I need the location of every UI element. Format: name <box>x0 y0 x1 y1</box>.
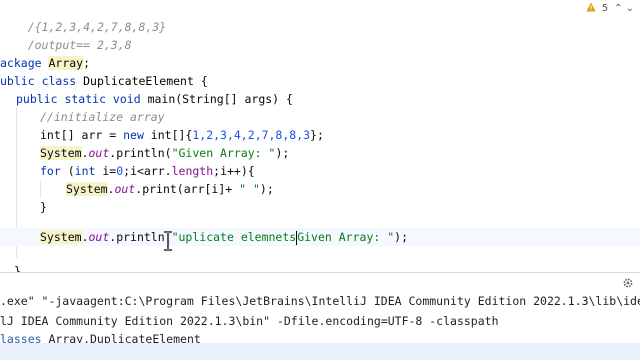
console-line-2: lJ IDEA Community Edition 2022.1.3\bin" … <box>0 314 499 328</box>
code-line-print-element: System.out.print(arr[i]+ " "); <box>66 182 274 196</box>
ibeam-cursor-icon <box>164 231 172 251</box>
gear-icon[interactable] <box>622 277 634 289</box>
code-line-close-main: } <box>14 264 21 272</box>
code-line-for: for (int i=0;i<arr.length;i++){ <box>40 164 255 178</box>
code-line-println-given: System.out.println("Given Array: "); <box>40 146 290 160</box>
code-line-comment: //initialize array <box>40 110 165 124</box>
code-line-2: /output== 2,3,8 <box>27 38 132 52</box>
code-line-array-init: int[] arr = new int[]{1,2,3,4,2,7,8,8,3}… <box>40 128 324 142</box>
console-line-1: .exe" "-javaagent:C:\Program Files\JetBr… <box>0 294 640 308</box>
status-bar <box>0 343 640 360</box>
code-line-println-duplicate: System.out.println("uplicate elemnetsGiv… <box>0 228 640 246</box>
code-line-package: ackage Array; <box>0 56 91 70</box>
code-line-class: ublic class DuplicateElement { <box>0 74 208 88</box>
indent-guide <box>40 180 41 198</box>
code-editor[interactable]: 5 ⌃ ⌄ /{1,2,3,4,2,7,8,8,3} /output== 2,3… <box>0 0 640 272</box>
code-line-close-for: } <box>40 200 47 214</box>
code-line-main: public static void main(String[] args) { <box>16 92 293 106</box>
code-line-1: /{1,2,3,4,2,7,8,8,3} <box>27 20 167 34</box>
